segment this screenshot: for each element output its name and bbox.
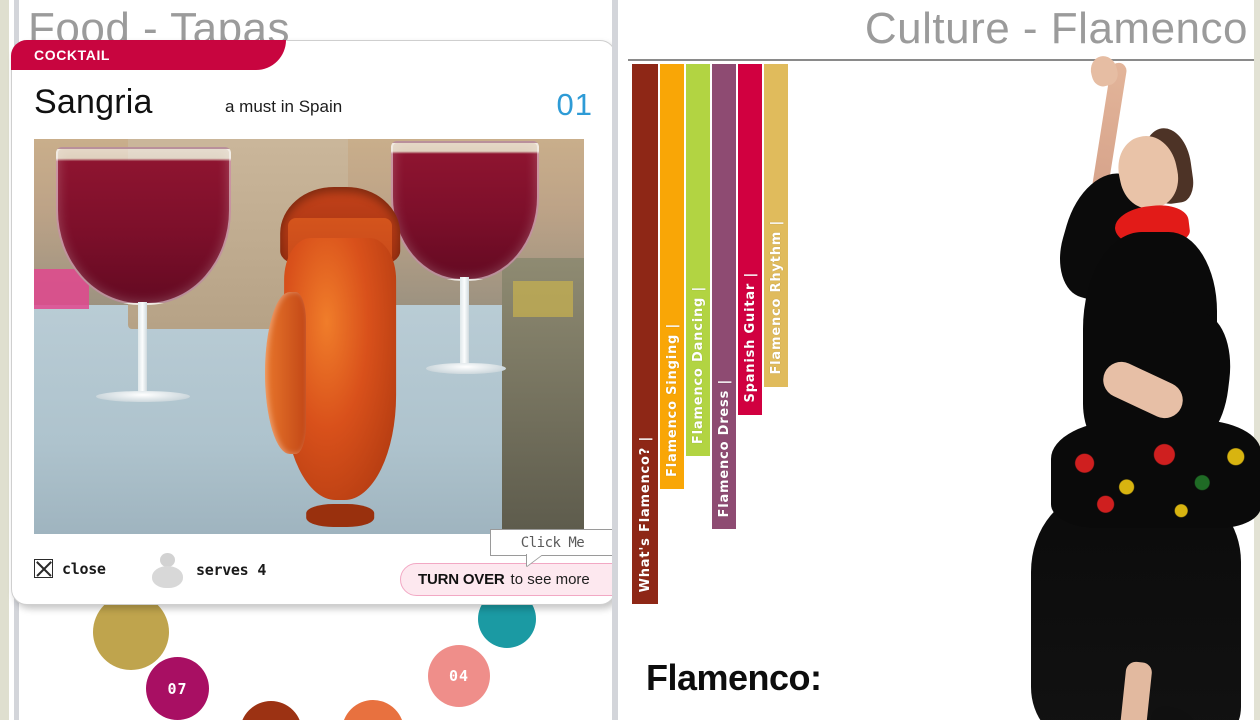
- flamenco-tab-label-2: Flamenco Dancing |: [690, 285, 706, 444]
- turn-over-rest: to see more: [510, 571, 590, 588]
- card-subtitle: a must in Spain: [225, 97, 343, 116]
- flamenco-tab-3[interactable]: Flamenco Dress |: [712, 64, 736, 529]
- wine-glass-left-foot: [96, 391, 190, 402]
- close-label: close: [62, 559, 106, 578]
- flamenco-section-heading: Flamenco:: [646, 657, 822, 698]
- pitcher-base: [306, 503, 374, 528]
- card-category-label: COCKTAIL: [34, 47, 111, 63]
- category-circle-label-2: 07: [167, 679, 188, 698]
- tooltip-label: Click Me: [520, 534, 585, 551]
- cocktail-card[interactable]: COCKTAIL Sangria a must in Spain 01 clos…: [11, 40, 620, 605]
- close-icon: [34, 559, 53, 578]
- flamenco-tab-5[interactable]: Flamenco Rhythm |: [764, 64, 788, 387]
- serves-count: 4: [257, 560, 267, 579]
- flamenco-tab-label-3: Flamenco Dress |: [716, 378, 732, 517]
- flamenco-tab-4[interactable]: Spanish Guitar |: [738, 64, 762, 415]
- flamenco-tab-label-0: What's Flamenco? |: [637, 435, 653, 592]
- flamenco-tab-2[interactable]: Flamenco Dancing |: [686, 64, 710, 456]
- category-circle-label-3: 04: [448, 667, 470, 685]
- left-panel-food-tapas: Food - Tapas 07 04 COCKTAIL Sangria a mus…: [0, 0, 630, 720]
- card-category-tab: COCKTAIL: [11, 40, 286, 70]
- category-circle-0[interactable]: [93, 594, 169, 670]
- flamenco-tab-label-4: Spanish Guitar |: [742, 272, 758, 403]
- click-me-tooltip: Click Me: [490, 529, 615, 566]
- right-page-title: Culture - Flamenco: [864, 4, 1248, 53]
- card-title: Sangria: [34, 83, 153, 121]
- right-header-rule: [628, 59, 1254, 61]
- turn-over-strong: TURN OVER: [418, 571, 505, 588]
- close-button[interactable]: close: [34, 559, 106, 578]
- category-circle-3[interactable]: 04: [428, 645, 490, 707]
- flamenco-tab-0[interactable]: What's Flamenco? |: [632, 64, 658, 604]
- flamenco-tab-1[interactable]: Flamenco Singing |: [660, 64, 684, 489]
- serves-label: serves: [196, 560, 249, 579]
- flamenco-dancer-photo: [955, 53, 1260, 720]
- dancer-floral-ruffle: [1051, 420, 1260, 528]
- category-circle-4[interactable]: [240, 701, 302, 720]
- panel-divider-gap: [618, 0, 628, 720]
- left-edge-strip: [0, 0, 9, 720]
- sangria-photo: [34, 139, 584, 534]
- category-circle-5[interactable]: [342, 700, 404, 720]
- card-number: 01: [556, 87, 593, 122]
- pitcher-handle: [264, 291, 307, 454]
- terracotta-pitcher: [210, 145, 470, 531]
- photo-background-railing-highlight: [512, 281, 573, 317]
- flamenco-tab-label-1: Flamenco Singing |: [664, 323, 680, 477]
- tooltip-tail-icon: [527, 554, 543, 566]
- app-root: Food - Tapas 07 04 COCKTAIL Sangria a mus…: [0, 0, 1260, 720]
- turn-over-button[interactable]: TURN OVER to see more Click Me: [400, 529, 620, 596]
- flamenco-tab-label-5: Flamenco Rhythm |: [768, 220, 784, 375]
- category-circle-2[interactable]: 07: [146, 657, 209, 720]
- serves-indicator: serves 4: [152, 553, 267, 588]
- wine-glass-left-stem: [138, 302, 147, 397]
- person-icon: [152, 553, 183, 588]
- card-footer: close serves 4 TURN OVER to see more Cli…: [12, 529, 620, 605]
